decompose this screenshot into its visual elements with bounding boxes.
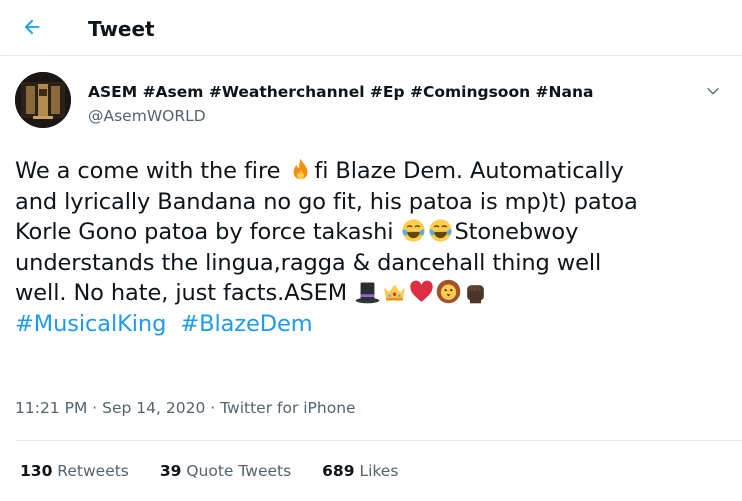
tweet-line: understands the lingua,ragga & dancehall…	[15, 248, 737, 279]
fire-emoji-icon	[293, 158, 308, 180]
tweet-text-segment: Stonebwoy	[454, 219, 579, 245]
tweet-time[interactable]: 11:21 PM	[15, 399, 87, 417]
tweet-text-segment: We a come with the fire	[15, 158, 288, 184]
likes-count: 689	[322, 462, 355, 480]
tweet-text-segment: and lyrically Bandana no go fit, his pat…	[15, 188, 638, 215]
quote-tweets-stat[interactable]: 39 Quote Tweets	[160, 462, 291, 480]
hashtag-link[interactable]: #BlazeDem	[180, 311, 312, 337]
tweet-text-segment: well. No hate, just facts.ASEM	[15, 280, 355, 306]
separator-dot: ·	[210, 399, 216, 417]
top-hat-emoji-icon	[355, 282, 380, 304]
retweets-label: Retweets	[57, 462, 129, 480]
likes-stat[interactable]: 689 Likes	[322, 462, 398, 480]
back-button[interactable]	[14, 9, 50, 45]
display-name[interactable]: ASEM #Asem #Weatherchannel #Ep #Comingso…	[88, 82, 593, 102]
tweet-text-segment: Korle Gono patoa by force takashi	[15, 219, 401, 245]
tweet-line: well. No hate, just facts.ASEM	[15, 278, 737, 309]
avatar-image	[15, 72, 71, 128]
user-handle[interactable]: @AsemWORLD	[88, 106, 206, 126]
tears-of-joy-emoji-icon	[402, 219, 426, 242]
tweet-source[interactable]: Twitter for iPhone	[220, 399, 355, 417]
header-bar: Tweet	[0, 0, 742, 56]
chevron-down-icon	[707, 87, 719, 95]
tweet-line: and lyrically Bandana no go fit, his pat…	[15, 187, 737, 218]
retweets-stat[interactable]: 130 Retweets	[20, 462, 129, 480]
retweets-count: 130	[20, 462, 53, 480]
tweet-text-segment: fi Blaze Dem. Automatically	[314, 158, 624, 184]
tweet-line: #MusicalKing #BlazeDem	[15, 309, 737, 340]
likes-label: Likes	[359, 462, 399, 480]
raised-fist-dark-emoji-icon	[467, 285, 485, 304]
red-heart-emoji-icon	[410, 280, 433, 302]
tweet-line: Korle Gono patoa by force takashi Stoneb…	[15, 217, 737, 248]
tweet-date[interactable]: Sep 14, 2020	[102, 399, 205, 417]
separator-dot: ·	[92, 399, 98, 417]
crown-emoji-icon	[384, 284, 406, 301]
tweet-text-segment: understands the lingua,ragga & dancehall…	[15, 249, 602, 276]
engagement-stats: 130 Retweets 39 Quote Tweets 689 Likes	[20, 461, 424, 481]
lion-emoji-icon	[436, 279, 461, 304]
quote-tweets-label: Quote Tweets	[186, 462, 292, 480]
hashtag-link[interactable]: #MusicalKing	[15, 311, 166, 337]
quote-tweets-count: 39	[159, 462, 182, 480]
tweet-text: We a come with the fire fi Blaze Dem. Au…	[15, 156, 737, 339]
arrow-left-icon	[24, 19, 40, 35]
more-options-button[interactable]	[702, 80, 724, 102]
tears-of-joy-emoji-icon	[429, 219, 453, 242]
tweet-meta: 11:21 PM · Sep 14, 2020 · Twitter for iP…	[15, 398, 356, 418]
page-title: Tweet	[88, 17, 155, 41]
tweet-line: We a come with the fire fi Blaze Dem. Au…	[15, 156, 737, 187]
avatar[interactable]	[15, 72, 71, 128]
divider	[15, 440, 742, 441]
